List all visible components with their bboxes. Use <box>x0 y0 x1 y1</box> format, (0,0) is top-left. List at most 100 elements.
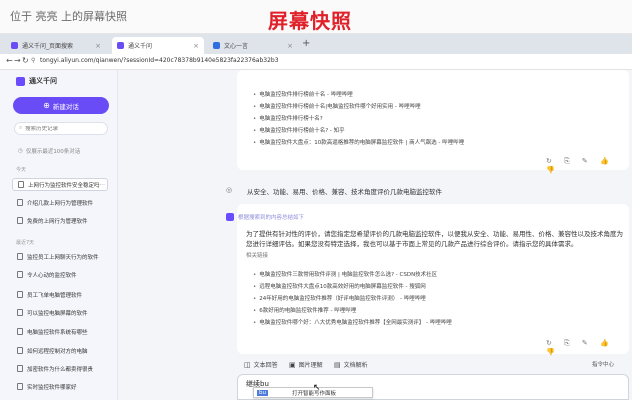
history-item-label: 令人心动的监控软件 <box>27 272 77 279</box>
logo-label: 通义千问 <box>29 77 57 85</box>
close-icon[interactable]: × <box>193 42 199 50</box>
source-link[interactable]: 6款好用的电脑监控软件推荐 - 哔哩哔哩 <box>253 306 356 314</box>
tab-favicon <box>11 42 18 49</box>
plus-icon: ⊕ <box>43 101 50 110</box>
history-item-label: 员工飞单电脑管理软件 <box>27 292 83 299</box>
browser-tab-2[interactable]: 通义千问 × <box>112 37 204 54</box>
more-icon[interactable]: ⋯ <box>100 182 106 188</box>
user-message: 从安全、功能、易用、价格、兼容、技术角度评价几款电脑监控软件 <box>247 188 442 196</box>
lock-icon: ⚲ <box>31 57 36 64</box>
tab-label: 通义千问 <box>128 43 153 50</box>
browser-tab-1[interactable]: 通义千问_页面搜索 × <box>6 37 106 54</box>
search-input[interactable] <box>25 125 106 132</box>
new-tab-button[interactable]: + <box>302 38 310 49</box>
answer-actions[interactable]: ↻ ⎘ ✎ 👍 👎 <box>546 339 632 356</box>
history-item-label: 电脑监控软件系统有哪些 <box>27 329 88 336</box>
tab-text-answer[interactable]: ◫ 文本回答 <box>244 360 278 370</box>
history-item-label: 免费的上网行为管理软件 <box>27 218 88 225</box>
document-icon <box>17 383 23 390</box>
tab-label: 图片理解 <box>298 362 323 369</box>
document-icon <box>18 181 24 188</box>
source-link[interactable]: 电脑监控软件排行榜前十名? - 知乎 <box>253 126 344 134</box>
screenshot-banner: 屏幕快照 <box>268 9 352 33</box>
source-link[interactable]: 电脑监控软件大盘点：10款高逼格推荐的电脑屏幕监控软件 | 商人气飙选 - 哔哩… <box>253 138 464 146</box>
document-icon <box>17 271 23 278</box>
source-link[interactable]: 远程电脑监控软件大盘点10款高效好用的电脑屏幕监控软件 - 搜狐网 <box>253 282 425 290</box>
history-note-label: 仅展示最近100条对话 <box>25 149 81 155</box>
close-icon[interactable]: × <box>287 42 293 50</box>
source-link[interactable]: 电脑监控软件排行榜前十名|电脑监控软件哪个好用实用 - 哔哩哔哩 <box>253 102 420 110</box>
section-last-7-days: 最近7天 <box>16 240 35 246</box>
history-item-label: 可以监控电脑屏幕的软件 <box>27 310 88 317</box>
source-link[interactable]: 电脑监控软件排行榜十名? <box>253 114 322 122</box>
search-icon: ⌕ <box>19 125 23 131</box>
history-item[interactable]: 可以监控电脑屏幕的软件 <box>12 306 108 319</box>
history-item[interactable]: 员工飞单电脑管理软件 <box>12 288 108 301</box>
source-link[interactable]: 电脑监控软件哪个好：八大优秀电脑监控软件推荐【全网最实测评】 - 哔哩哔哩 <box>253 318 451 326</box>
browser-tabstrip: 通义千问_页面搜索 × 通义千问 × 文心一言 × <box>0 34 632 54</box>
source-link[interactable]: 电脑监控软件排行榜前十名 - 哔哩哔哩 <box>253 90 352 98</box>
history-item[interactable]: 上网行为监控软件安全稳定吗 ⋯ <box>12 178 108 191</box>
history-item-label: 上网行为监控软件安全稳定吗 <box>28 182 100 189</box>
ai-summary-note: 根据搜索到的内容总结如下 <box>238 213 304 221</box>
tab-image-understanding[interactable]: ▣ 图片理解 <box>289 360 323 370</box>
source-link[interactable]: 24年好用的电脑监控软件推荐（好评电脑监控软件评测） - 哔哩哔哩 <box>253 294 425 302</box>
tab-document-parsing[interactable]: ▤ 文档解析 <box>334 360 368 370</box>
history-item[interactable]: 令人心动的监控软件 <box>12 268 108 281</box>
close-icon[interactable]: × <box>95 42 101 50</box>
command-center-button[interactable]: 指令中心 <box>592 360 614 368</box>
document-icon <box>17 365 23 372</box>
history-search[interactable]: ⌕ <box>14 122 108 135</box>
sidebar: 通义千问 ⊕ 新建对话 ⌕ ◷ 仅展示最近100条对话 今天 上网行为监控软件安… <box>0 70 118 400</box>
source-link[interactable]: 电脑监控软件三款常用软件评测 | 电脑监控软件怎么选? - CSDN技术社区 <box>253 270 437 278</box>
text-icon: ◫ <box>244 360 251 369</box>
sources-label: 相关链接 <box>246 253 269 259</box>
tab-label: 通义千问_页面搜索 <box>22 43 74 50</box>
history-item[interactable]: 如何远程控制对方的电脑 <box>12 344 108 357</box>
tab-label: 文本回答 <box>253 362 278 369</box>
history-item[interactable]: 实时监控软件哪家好 <box>12 380 108 393</box>
history-item-label: 加密软件为什么都卖得很贵 <box>27 366 94 373</box>
browser-tab-3[interactable]: 文心一言 × <box>208 37 298 54</box>
history-item[interactable]: 介绍几款上网行为管理软件 <box>12 196 108 209</box>
document-icon <box>17 253 23 260</box>
history-item[interactable]: 加密软件为什么都卖得很贵 <box>12 362 108 375</box>
forward-icon[interactable]: → <box>14 56 21 65</box>
answer-actions[interactable]: ↻ ⎘ ✎ 👍 👎 <box>546 157 632 174</box>
window-title: 位于 亮亮 上的屏幕快照 <box>10 10 127 23</box>
url-field[interactable]: tongyi.aliyun.com/qianwen/?sessionId=420… <box>40 57 279 64</box>
history-item[interactable]: 监控员工上网聊天行为的软件 <box>12 250 108 263</box>
history-note: ◷ 仅展示最近100条对话 <box>18 147 80 155</box>
mouse-cursor-icon: ↖ <box>313 383 321 393</box>
document-icon <box>17 309 23 316</box>
tab-label: 文档解析 <box>343 362 368 369</box>
tab-favicon <box>213 42 220 49</box>
history-item[interactable]: 免费的上网行为管理软件 <box>12 214 108 227</box>
document-icon <box>17 291 23 298</box>
screenshot-titlebar: 位于 亮亮 上的屏幕快照 屏幕快照 <box>0 0 632 34</box>
history-item[interactable]: 电脑监控软件系统有哪些 <box>12 325 108 338</box>
logo-icon <box>16 76 25 86</box>
app-logo[interactable]: 通义千问 <box>16 76 57 86</box>
tab-label: 文心一言 <box>224 43 249 50</box>
new-chat-button[interactable]: ⊕ 新建对话 <box>13 97 109 114</box>
tab-favicon <box>117 42 124 49</box>
address-bar: ← → ↻ ⚲ tongyi.aliyun.com/qianwen/?sessi… <box>0 54 632 70</box>
document-icon <box>17 217 23 224</box>
history-item-label: 监控员工上网聊天行为的软件 <box>27 254 99 261</box>
document-icon: ▤ <box>334 360 341 369</box>
ai-avatar-icon <box>226 213 234 221</box>
document-icon <box>17 199 23 206</box>
ai-answer-text: 为了提供有针对性的评价，请您指定您希望评价的几款电脑监控软件，以便我从安全、功能… <box>246 230 623 248</box>
document-icon <box>17 328 23 335</box>
history-icon: ◷ <box>18 148 23 154</box>
user-avatar: ◎ <box>226 186 233 194</box>
back-icon[interactable]: ← <box>6 56 13 65</box>
history-item-label: 介绍几款上网行为管理软件 <box>27 200 94 207</box>
history-item-label: 实时监控软件哪家好 <box>27 384 77 391</box>
reload-icon[interactable]: ↻ <box>22 56 29 65</box>
document-icon <box>17 347 23 354</box>
ai-summary-label: 根据搜索到的内容总结如下 <box>238 215 305 221</box>
ai-answer-card <box>237 204 629 354</box>
ime-composition: bu <box>257 389 268 396</box>
